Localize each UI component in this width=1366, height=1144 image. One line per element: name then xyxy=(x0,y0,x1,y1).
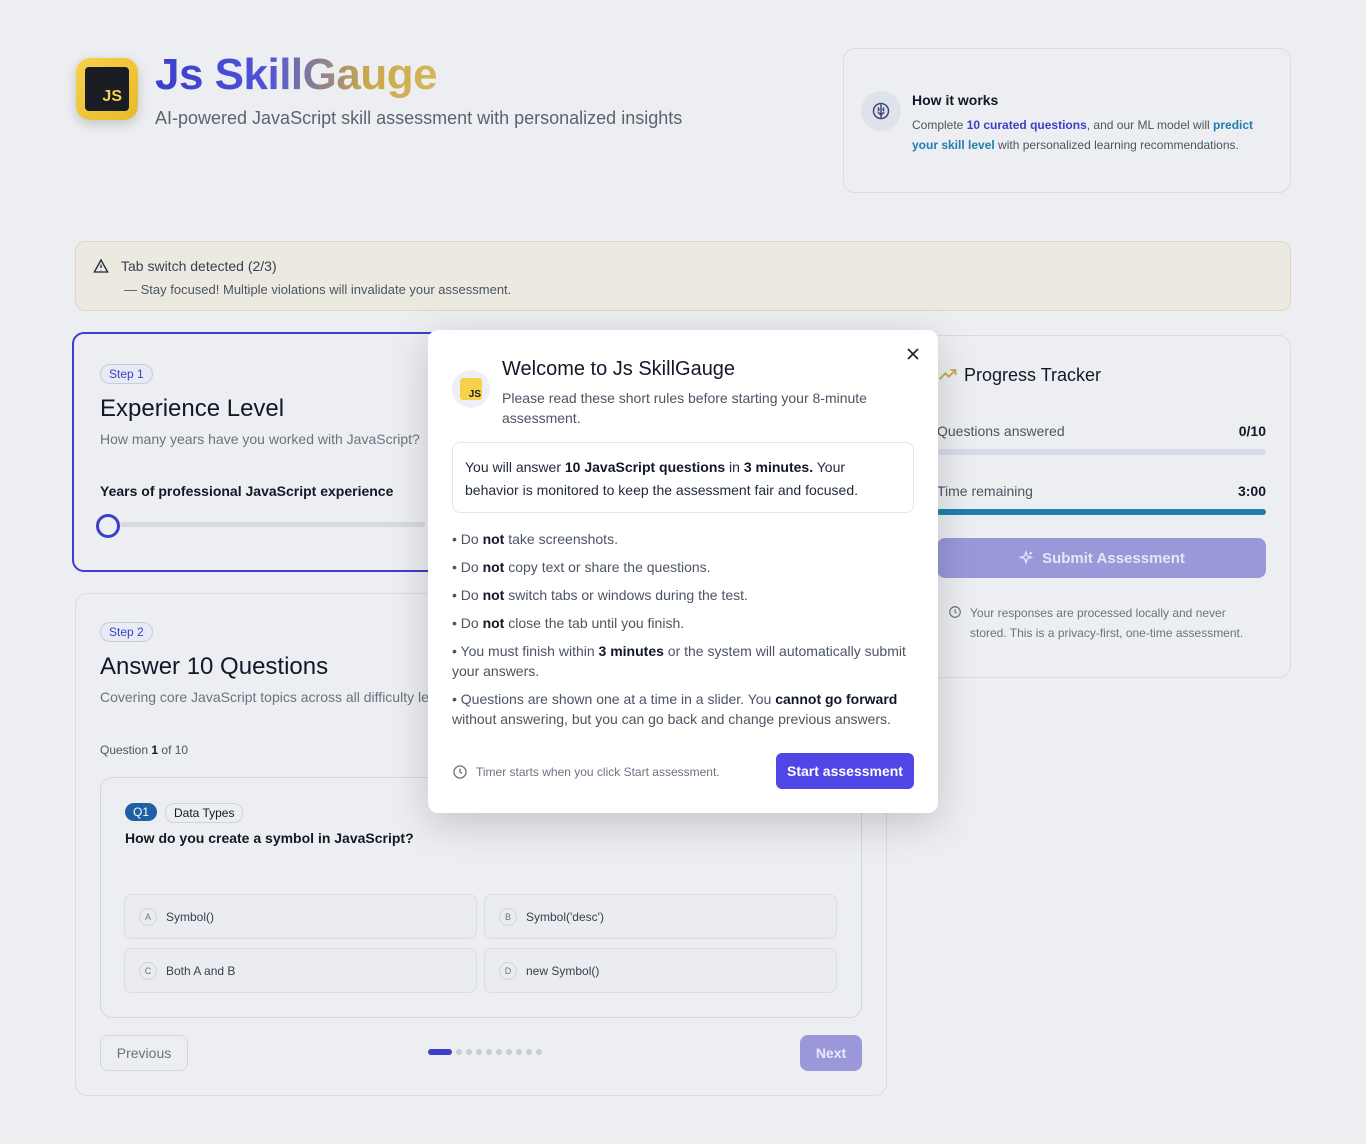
rule-item: • Do not close the tab until you finish. xyxy=(452,615,685,631)
clock-icon xyxy=(453,765,467,779)
modal-subtitle: Please read these short rules before sta… xyxy=(502,390,867,426)
modal-title: Welcome to Js SkillGauge xyxy=(502,358,736,380)
close-icon xyxy=(907,347,919,360)
modal-logo: JS xyxy=(452,370,490,408)
modal-summary-box: You will answer 10 JavaScript questions … xyxy=(452,442,914,513)
welcome-modal: JS Welcome to Js SkillGauge Please read … xyxy=(428,330,938,813)
rule-item: • Do not take screenshots. xyxy=(452,531,618,547)
js-logo-icon: JS xyxy=(460,378,482,400)
start-assessment-button[interactable]: Start assessment xyxy=(776,753,914,789)
timer-note: Timer starts when you click Start assess… xyxy=(476,765,720,779)
rule-item: • You must finish within 3 minutes or th… xyxy=(452,643,906,679)
close-modal-button[interactable] xyxy=(902,344,924,366)
rule-item: • Questions are shown one at a time in a… xyxy=(452,691,898,727)
rule-item: • Do not switch tabs or windows during t… xyxy=(452,587,748,603)
rule-item: • Do not copy text or share the question… xyxy=(452,559,711,575)
